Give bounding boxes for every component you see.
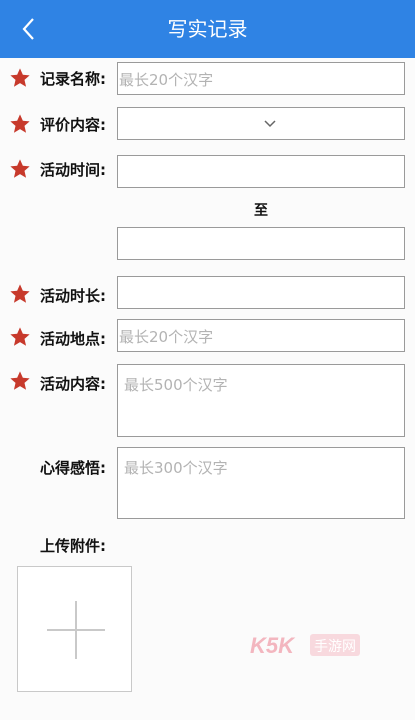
- required-star-icon: [10, 114, 30, 133]
- chevron-down-icon: [264, 120, 276, 128]
- record-name-placeholder: 最长20个汉字: [119, 71, 214, 89]
- record-name-label: 记录名称:: [40, 70, 106, 88]
- reflection-label: 心得感悟:: [40, 459, 106, 477]
- activity-duration-input[interactable]: [117, 276, 405, 309]
- required-star-icon: [10, 68, 30, 87]
- activity-time-label: 活动时间:: [40, 161, 106, 179]
- upload-attachment-button[interactable]: [17, 566, 132, 692]
- evaluation-content-select[interactable]: [117, 107, 405, 140]
- activity-duration-label: 活动时长:: [40, 287, 106, 305]
- required-star-icon: [10, 371, 30, 390]
- activity-location-label: 活动地点:: [40, 330, 106, 348]
- record-name-input[interactable]: 最长20个汉字: [117, 62, 405, 95]
- attachment-label: 上传附件:: [40, 537, 106, 555]
- evaluation-content-label: 评价内容:: [40, 116, 106, 134]
- page-title: 写实记录: [167, 17, 248, 41]
- watermark-k5k: K5K: [250, 633, 296, 658]
- app-header: 写实记录: [0, 0, 415, 58]
- activity-content-textarea[interactable]: 最长500个汉字: [117, 364, 405, 437]
- activity-location-input[interactable]: 最长20个汉字: [117, 319, 405, 352]
- required-star-icon: [10, 327, 30, 346]
- activity-location-placeholder: 最长20个汉字: [119, 328, 214, 346]
- required-star-icon: [10, 284, 30, 303]
- plus-icon: [47, 601, 105, 659]
- activity-end-time-input[interactable]: [117, 227, 405, 260]
- required-star-icon: [10, 159, 30, 178]
- activity-content-label: 活动内容:: [40, 375, 106, 393]
- reflection-textarea[interactable]: 最长300个汉字: [117, 447, 405, 519]
- watermark-logo: K5K 手游网: [250, 633, 360, 658]
- watermark-site: 手游网: [314, 639, 356, 655]
- activity-content-placeholder: 最长500个汉字: [124, 376, 228, 394]
- reflection-placeholder: 最长300个汉字: [124, 459, 228, 477]
- time-range-separator: 至: [254, 203, 268, 219]
- activity-start-time-input[interactable]: [117, 155, 405, 188]
